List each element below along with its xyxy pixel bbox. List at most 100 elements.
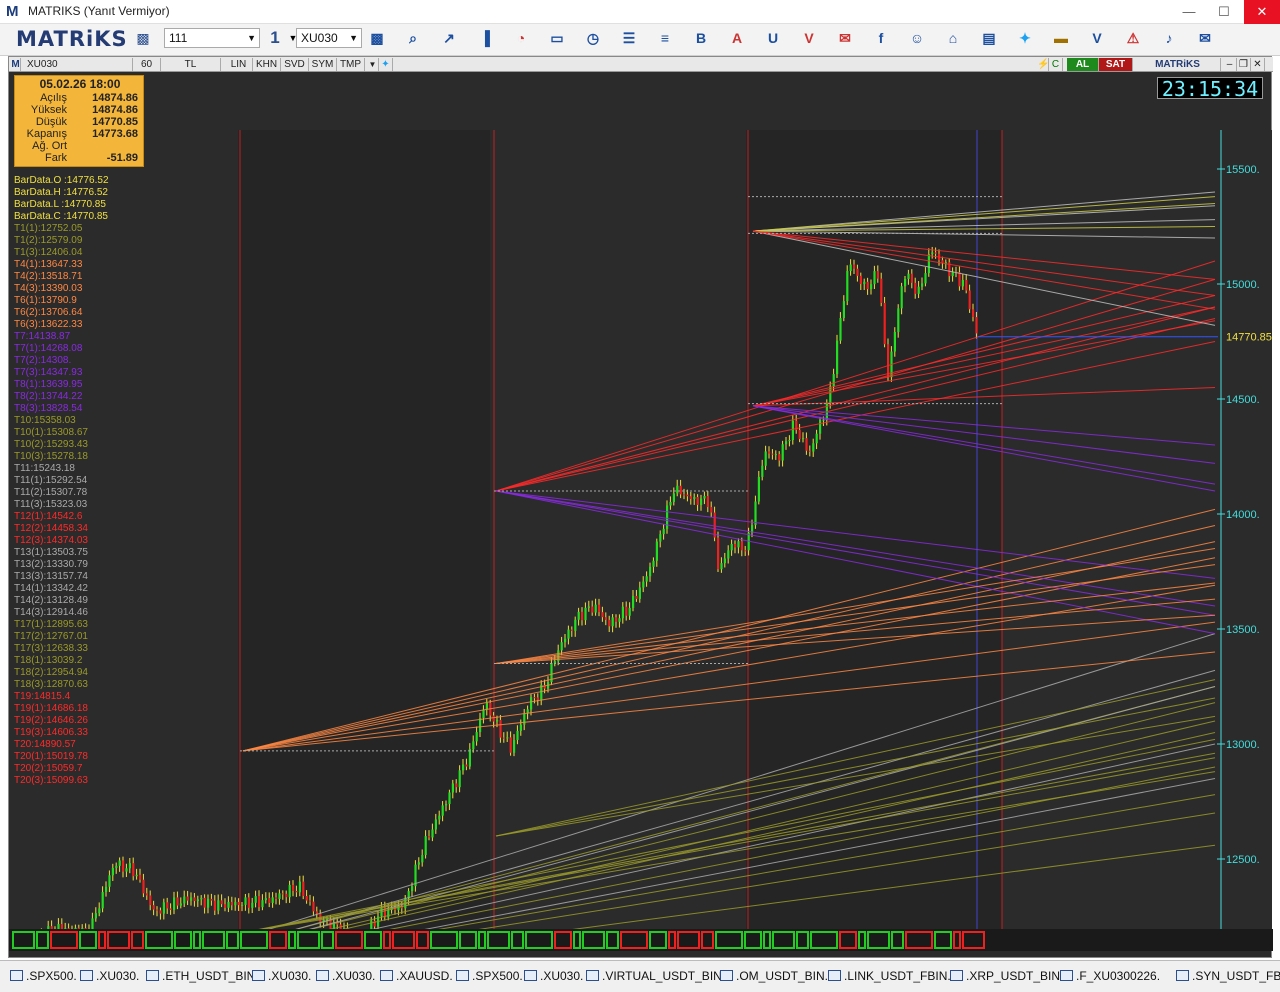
twitter-icon[interactable]: ✦ xyxy=(379,58,393,71)
refresh-icon[interactable]: C xyxy=(1049,58,1063,71)
candle-body xyxy=(842,301,845,319)
minimize-button[interactable]: — xyxy=(1172,0,1206,24)
candle-body xyxy=(275,897,278,899)
chart-window-icon xyxy=(1176,970,1189,981)
search-icon[interactable]: ⌕ xyxy=(404,29,422,47)
candle-body xyxy=(870,284,873,290)
chart-minimize-button[interactable]: – xyxy=(1223,58,1237,71)
candle-body xyxy=(186,896,189,901)
taskbar-item[interactable]: .F_XU0300226. xyxy=(1060,968,1160,984)
envelope-icon[interactable]: ✉ xyxy=(1196,29,1214,47)
candle-body xyxy=(812,443,815,452)
period-select[interactable]: 1 xyxy=(266,29,284,47)
signal-block xyxy=(796,931,809,949)
sell-button[interactable]: SAT xyxy=(1099,58,1133,71)
taskbar-item[interactable]: .ETH_USDT_BIN. xyxy=(146,968,259,984)
taskbar-item-label: .XU030. xyxy=(96,969,140,983)
chart-symbol[interactable]: XU030 xyxy=(23,58,133,71)
taskbar-item[interactable]: .XRP_USDT_BIN. xyxy=(950,968,1063,984)
taskbar-item[interactable]: .XU030. xyxy=(316,968,375,984)
users-icon[interactable]: ☺ xyxy=(908,29,926,47)
taskbar-item[interactable]: .OM_USDT_BIN. xyxy=(720,968,828,984)
layout-select[interactable]: 111 ▼ xyxy=(164,28,260,48)
candle-body xyxy=(125,868,128,872)
symbol-select[interactable]: XU030 ▼ xyxy=(296,28,362,48)
candle-body xyxy=(451,783,454,793)
bar-chart-icon[interactable]: ▐ xyxy=(476,29,494,47)
candle-body xyxy=(917,286,920,294)
alert-icon[interactable]: ⚠ xyxy=(1124,29,1142,47)
viop-icon[interactable]: V xyxy=(800,29,818,47)
lightning-icon[interactable]: ⚡ xyxy=(1037,58,1049,71)
home-icon[interactable]: ⌂ xyxy=(944,29,962,47)
candle-body xyxy=(570,629,573,631)
list-icon[interactable]: ≡ xyxy=(656,29,674,47)
indicator-line: T8(1):13639.95 xyxy=(14,379,83,390)
v-icon[interactable]: V xyxy=(1088,29,1106,47)
mail-icon[interactable]: ✉ xyxy=(836,29,854,47)
clock-icon[interactable]: ◷ xyxy=(584,29,602,47)
save-icon[interactable]: ▩ xyxy=(368,29,386,47)
indicator-line: T4(1):13647.33 xyxy=(14,259,83,270)
scale-button-sym[interactable]: SYM xyxy=(309,58,337,71)
money-icon[interactable]: ▬ xyxy=(1052,29,1070,47)
u-icon[interactable]: U xyxy=(764,29,782,47)
indicator-line: T4(3):13390.03 xyxy=(14,283,83,294)
chart-period[interactable]: 60 xyxy=(133,58,161,71)
chart-currency[interactable]: TL xyxy=(161,58,221,71)
taskbar-item[interactable]: .XAUUSD. xyxy=(380,968,453,984)
candle-body xyxy=(927,254,930,274)
news-icon[interactable]: ☰ xyxy=(620,29,638,47)
scale-button-tmp[interactable]: TMP xyxy=(337,58,365,71)
candle-body xyxy=(910,273,913,283)
taskbar-item[interactable]: .VIRTUAL_USDT_BIN. xyxy=(586,968,725,984)
taskbar-item[interactable]: .XU030. xyxy=(80,968,139,984)
taskbar-item[interactable]: .LINK_USDT_FBIN. xyxy=(828,968,951,984)
chart-restore-button[interactable]: ❐ xyxy=(1237,58,1251,71)
monitor-icon[interactable]: ▭ xyxy=(548,29,566,47)
taskbar-item[interactable]: .XU030. xyxy=(524,968,583,984)
cursor-icon[interactable]: ↗ xyxy=(440,29,458,47)
document-icon[interactable]: ▤ xyxy=(980,29,998,47)
taskbar-item-label: .F_XU0300226. xyxy=(1076,969,1161,983)
b-icon[interactable]: B xyxy=(692,29,710,47)
indicator-line: T19(3):14606.33 xyxy=(14,727,88,738)
pie-chart-icon[interactable]: ◔ xyxy=(512,29,530,47)
scale-button-lin[interactable]: LIN xyxy=(225,58,253,71)
taskbar-item[interactable]: .SPX500. xyxy=(456,968,523,984)
chart-window-icon xyxy=(720,970,733,981)
chart-window[interactable]: M XU030 60 TL LIN KHN SVD SYM TMP ▼ ✦ ⚡ C AL… xyxy=(8,56,1273,958)
bell-icon[interactable]: ♪ xyxy=(1160,29,1178,47)
candle-body xyxy=(761,465,764,477)
signal-block xyxy=(649,931,667,949)
twitter-icon[interactable]: ✦ xyxy=(1016,29,1034,47)
taskbar-item[interactable]: .XU030. xyxy=(252,968,311,984)
save-icon[interactable]: ▩ xyxy=(134,29,152,47)
fx-icon[interactable]: f xyxy=(872,29,890,47)
scale-dropdown-icon[interactable]: ▼ xyxy=(367,58,379,71)
candle-body xyxy=(710,507,713,513)
candle-body xyxy=(156,909,159,911)
taskbar-item[interactable]: .SPX500. xyxy=(10,968,77,984)
maximize-button[interactable]: ☐ xyxy=(1207,0,1241,24)
signal-block xyxy=(416,931,429,949)
signal-block xyxy=(810,931,838,949)
window-title: MATRIKS (Yanıt Vermiyor) xyxy=(28,4,170,18)
buy-button[interactable]: AL xyxy=(1067,58,1099,71)
chart-window-icon xyxy=(380,970,393,981)
candle-body xyxy=(700,498,703,505)
candle-body xyxy=(162,902,165,914)
a-icon[interactable]: A xyxy=(728,29,746,47)
scale-button-svd[interactable]: SVD xyxy=(281,58,309,71)
signal-block xyxy=(891,931,904,949)
scale-button-khn[interactable]: KHN xyxy=(253,58,281,71)
signal-block xyxy=(867,931,890,949)
chart-close-button[interactable]: ✕ xyxy=(1251,58,1265,71)
candle-body xyxy=(438,815,441,820)
signal-block xyxy=(525,931,553,949)
candle-body xyxy=(288,884,291,898)
candle-body xyxy=(247,897,250,908)
taskbar-item[interactable]: .SYN_USDT_FBIN. xyxy=(1176,968,1280,984)
candle-body xyxy=(196,899,199,902)
close-button[interactable]: ✕ xyxy=(1244,0,1280,24)
